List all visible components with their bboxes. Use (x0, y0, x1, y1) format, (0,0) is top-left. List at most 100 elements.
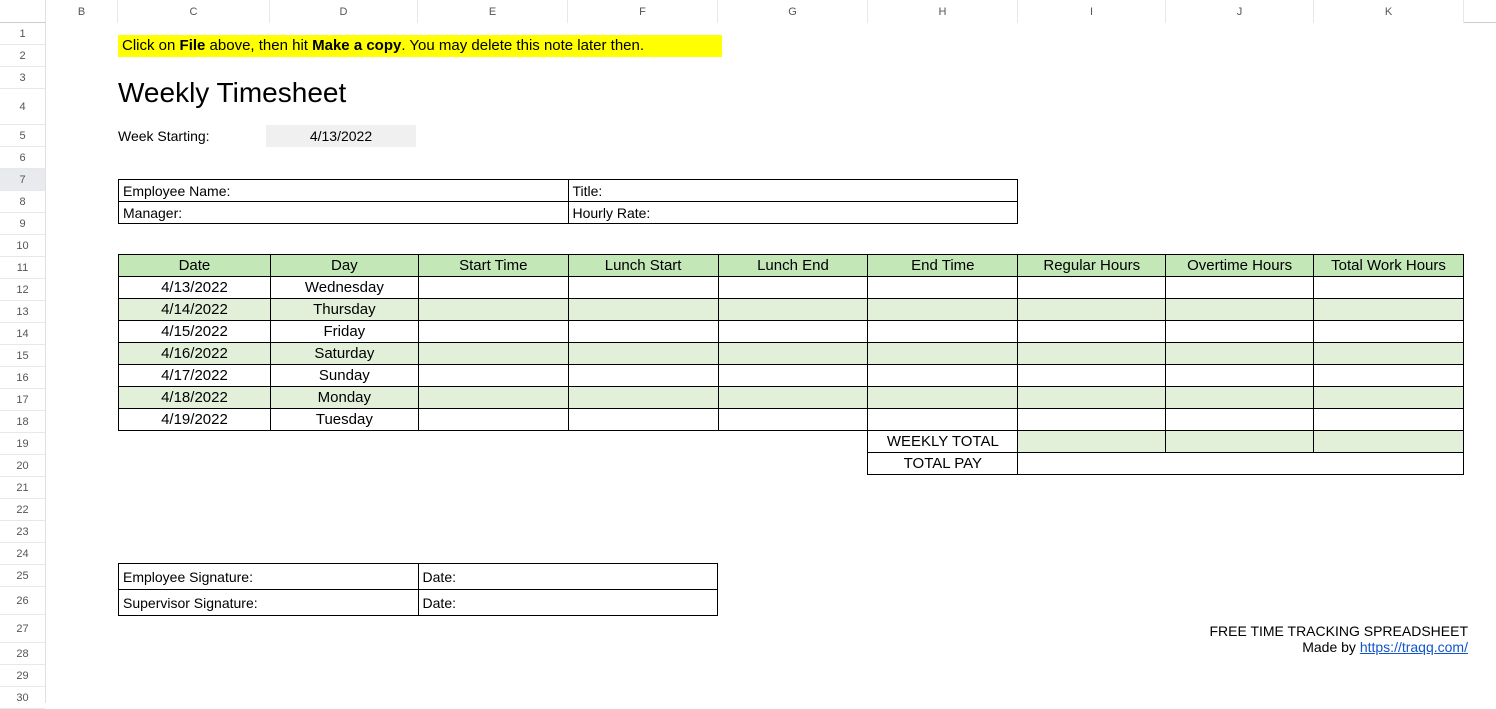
row-header-4[interactable]: 4 (0, 89, 45, 125)
hourly-rate-cell[interactable]: Hourly Rate: (568, 202, 1018, 224)
footer-link[interactable]: https://traqq.com/ (1360, 639, 1468, 655)
row-header-6[interactable]: 6 (0, 147, 45, 169)
lunch-start-cell[interactable] (568, 277, 718, 299)
lunch-end-cell[interactable] (718, 409, 868, 431)
row-header-1[interactable]: 1 (0, 23, 45, 45)
employee-name-cell[interactable]: Employee Name: (119, 180, 569, 202)
lunch-end-cell[interactable] (718, 365, 868, 387)
weekly-total-total[interactable] (1314, 431, 1464, 453)
overtime-hours-cell[interactable] (1166, 321, 1314, 343)
regular-hours-cell[interactable] (1018, 365, 1166, 387)
row-header-27[interactable]: 27 (0, 615, 45, 643)
weekly-total-regular[interactable] (1018, 431, 1166, 453)
row-header-7[interactable]: 7 (0, 169, 45, 191)
header-total-hours[interactable]: Total Work Hours (1314, 255, 1464, 277)
start-time-cell[interactable] (418, 365, 568, 387)
column-header-B[interactable]: B (46, 0, 118, 23)
row-header-3[interactable]: 3 (0, 67, 45, 89)
column-header-C[interactable]: C (118, 0, 270, 23)
start-time-cell[interactable] (418, 299, 568, 321)
header-end-time[interactable]: End Time (868, 255, 1018, 277)
row-header-20[interactable]: 20 (0, 455, 45, 477)
lunch-start-cell[interactable] (568, 365, 718, 387)
employee-signature-cell[interactable]: Employee Signature: (119, 564, 419, 590)
end-time-cell[interactable] (868, 365, 1018, 387)
overtime-hours-cell[interactable] (1166, 387, 1314, 409)
row-header-22[interactable]: 22 (0, 499, 45, 521)
start-time-cell[interactable] (418, 277, 568, 299)
header-lunch-start[interactable]: Lunch Start (568, 255, 718, 277)
day-cell[interactable]: Saturday (270, 343, 418, 365)
lunch-start-cell[interactable] (568, 321, 718, 343)
overtime-hours-cell[interactable] (1166, 365, 1314, 387)
day-cell[interactable]: Wednesday (270, 277, 418, 299)
row-header-12[interactable]: 12 (0, 279, 45, 301)
lunch-end-cell[interactable] (718, 321, 868, 343)
row-header-8[interactable]: 8 (0, 191, 45, 213)
row-header-28[interactable]: 28 (0, 643, 45, 665)
lunch-end-cell[interactable] (718, 343, 868, 365)
row-header-23[interactable]: 23 (0, 521, 45, 543)
header-regular-hours[interactable]: Regular Hours (1018, 255, 1166, 277)
supervisor-signature-cell[interactable]: Supervisor Signature: (119, 590, 419, 616)
regular-hours-cell[interactable] (1018, 299, 1166, 321)
overtime-hours-cell[interactable] (1166, 277, 1314, 299)
lunch-end-cell[interactable] (718, 387, 868, 409)
header-day[interactable]: Day (270, 255, 418, 277)
row-header-5[interactable]: 5 (0, 125, 45, 147)
row-header-9[interactable]: 9 (0, 213, 45, 235)
end-time-cell[interactable] (868, 387, 1018, 409)
header-overtime-hours[interactable]: Overtime Hours (1166, 255, 1314, 277)
regular-hours-cell[interactable] (1018, 409, 1166, 431)
supervisor-sig-date-cell[interactable]: Date: (418, 590, 717, 616)
row-header-13[interactable]: 13 (0, 301, 45, 323)
row-header-21[interactable]: 21 (0, 477, 45, 499)
lunch-end-cell[interactable] (718, 299, 868, 321)
column-header-D[interactable]: D (270, 0, 418, 23)
manager-cell[interactable]: Manager: (119, 202, 569, 224)
date-cell[interactable]: 4/19/2022 (119, 409, 271, 431)
row-header-16[interactable]: 16 (0, 367, 45, 389)
employee-sig-date-cell[interactable]: Date: (418, 564, 717, 590)
total-hours-cell[interactable] (1314, 387, 1464, 409)
row-header-30[interactable]: 30 (0, 687, 45, 709)
end-time-cell[interactable] (868, 409, 1018, 431)
end-time-cell[interactable] (868, 277, 1018, 299)
end-time-cell[interactable] (868, 343, 1018, 365)
column-header-H[interactable]: H (868, 0, 1018, 23)
row-header-19[interactable]: 19 (0, 433, 45, 455)
overtime-hours-cell[interactable] (1166, 343, 1314, 365)
row-header-29[interactable]: 29 (0, 665, 45, 687)
regular-hours-cell[interactable] (1018, 321, 1166, 343)
overtime-hours-cell[interactable] (1166, 299, 1314, 321)
lunch-start-cell[interactable] (568, 409, 718, 431)
lunch-start-cell[interactable] (568, 343, 718, 365)
date-cell[interactable]: 4/18/2022 (119, 387, 271, 409)
end-time-cell[interactable] (868, 299, 1018, 321)
column-header-K[interactable]: K (1314, 0, 1464, 23)
total-hours-cell[interactable] (1314, 299, 1464, 321)
row-header-26[interactable]: 26 (0, 587, 45, 615)
total-hours-cell[interactable] (1314, 277, 1464, 299)
row-header-17[interactable]: 17 (0, 389, 45, 411)
total-hours-cell[interactable] (1314, 321, 1464, 343)
day-cell[interactable]: Friday (270, 321, 418, 343)
header-date[interactable]: Date (119, 255, 271, 277)
row-header-10[interactable]: 10 (0, 235, 45, 257)
day-cell[interactable]: Tuesday (270, 409, 418, 431)
regular-hours-cell[interactable] (1018, 387, 1166, 409)
row-header-14[interactable]: 14 (0, 323, 45, 345)
start-time-cell[interactable] (418, 321, 568, 343)
column-header-G[interactable]: G (718, 0, 868, 23)
day-cell[interactable]: Sunday (270, 365, 418, 387)
lunch-end-cell[interactable] (718, 277, 868, 299)
header-lunch-end[interactable]: Lunch End (718, 255, 868, 277)
date-cell[interactable]: 4/15/2022 (119, 321, 271, 343)
total-hours-cell[interactable] (1314, 365, 1464, 387)
row-header-2[interactable]: 2 (0, 45, 45, 67)
start-time-cell[interactable] (418, 343, 568, 365)
column-header-I[interactable]: I (1018, 0, 1166, 23)
title-cell[interactable]: Title: (568, 180, 1018, 202)
column-header-F[interactable]: F (568, 0, 718, 23)
regular-hours-cell[interactable] (1018, 277, 1166, 299)
